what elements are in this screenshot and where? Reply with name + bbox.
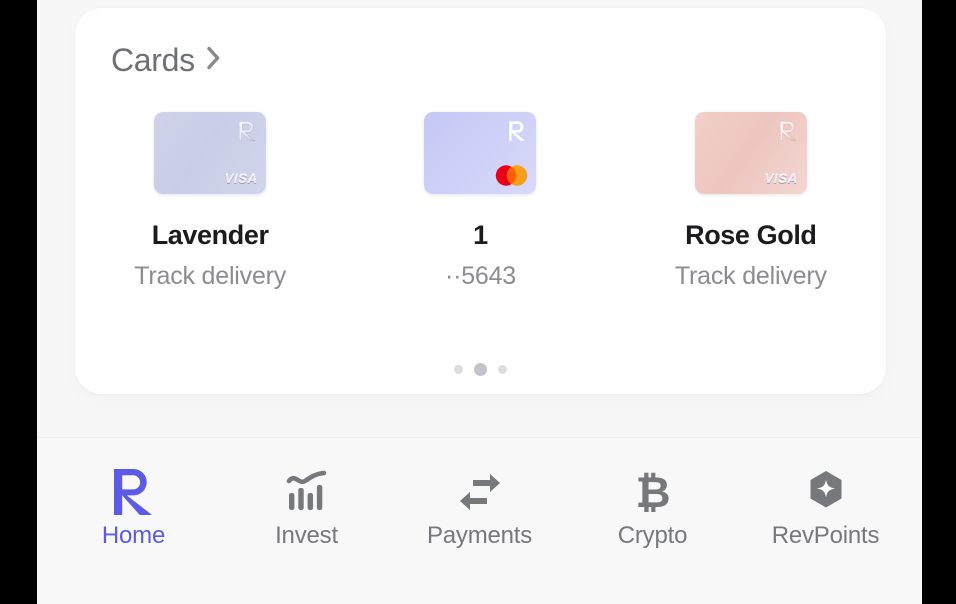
- transfer-arrows-icon: [457, 466, 503, 518]
- card-item[interactable]: 1 ··5643: [366, 112, 594, 290]
- tab-home[interactable]: Home: [47, 462, 220, 548]
- cards-section-header[interactable]: Cards: [111, 44, 222, 76]
- card-name: 1: [473, 220, 488, 250]
- tab-payments[interactable]: Payments: [393, 462, 566, 548]
- tab-label: Payments: [426, 522, 533, 549]
- card-art-rosegold[interactable]: VISA: [694, 112, 807, 194]
- svg-text:₿: ₿: [635, 469, 670, 517]
- pagination-dot[interactable]: [454, 365, 463, 374]
- revolut-r-icon: [237, 120, 257, 142]
- phone-screen: Cards VISA Lavender Track delivery 1 ··5…: [37, 0, 922, 604]
- home-scroll-content: Cards VISA Lavender Track delivery 1 ··5…: [37, 0, 922, 437]
- mastercard-icon: [495, 165, 528, 186]
- tab-label: RevPoints: [771, 522, 880, 549]
- page-title: Cards: [111, 42, 195, 78]
- visa-wordmark: VISA: [224, 171, 258, 186]
- tab-revpoints[interactable]: RevPoints: [739, 462, 912, 548]
- card-name: Lavender: [151, 220, 269, 250]
- card-subtitle: Track delivery: [134, 261, 287, 290]
- card-item[interactable]: VISA Lavender Track delivery: [96, 112, 324, 290]
- carousel-pagination[interactable]: [75, 363, 886, 376]
- cards-panel: Cards VISA Lavender Track delivery 1 ··5…: [75, 8, 886, 394]
- card-name: Rose Gold: [685, 220, 817, 250]
- revolut-r-icon: [111, 466, 157, 518]
- card-art-plus[interactable]: [424, 112, 537, 194]
- cards-carousel[interactable]: VISA Lavender Track delivery 1 ··5643 VI…: [75, 112, 886, 290]
- bar-chart-icon: [284, 466, 330, 518]
- card-subtitle: Track delivery: [674, 261, 827, 290]
- hexagon-sparkle-icon: [803, 466, 849, 518]
- pagination-dot[interactable]: [498, 365, 507, 374]
- tab-label: Crypto: [617, 522, 688, 549]
- revolut-r-icon: [507, 120, 527, 142]
- card-subtitle: ··5643: [444, 261, 517, 290]
- tab-invest[interactable]: Invest: [220, 462, 393, 548]
- revolut-r-icon: [778, 120, 798, 142]
- tab-label: Invest: [275, 522, 338, 549]
- card-art-lavender[interactable]: VISA: [154, 112, 267, 194]
- visa-wordmark: VISA: [765, 171, 799, 186]
- card-item[interactable]: VISA Rose Gold Track delivery: [637, 112, 865, 290]
- bottom-tab-bar: Home Invest Payments ₿ Crypto RevPoints: [37, 437, 922, 604]
- pagination-dot-active[interactable]: [474, 363, 487, 376]
- chevron-right-icon: [206, 45, 222, 76]
- tab-label: Home: [101, 522, 166, 549]
- tab-crypto[interactable]: ₿ Crypto: [566, 462, 739, 548]
- bitcoin-icon: ₿: [630, 466, 676, 518]
